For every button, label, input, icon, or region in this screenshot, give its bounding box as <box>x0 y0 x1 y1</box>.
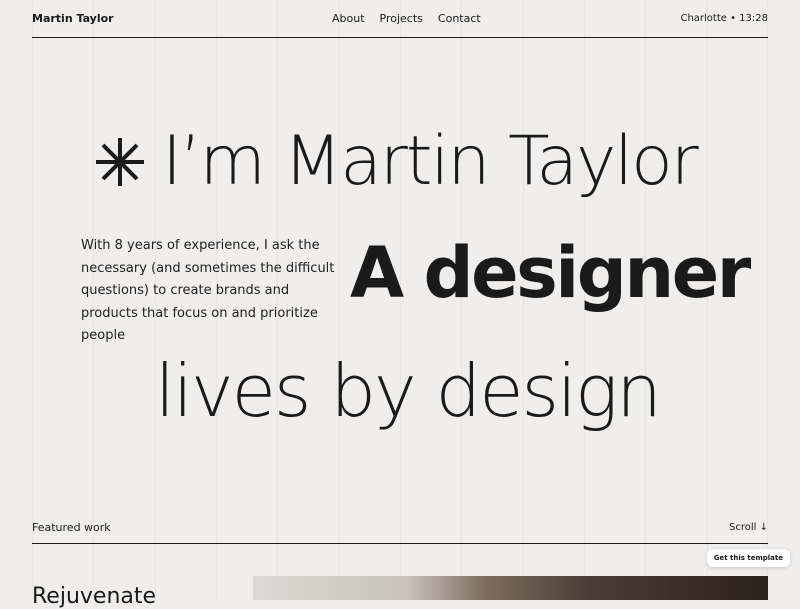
get-template-button[interactable]: Get this template <box>706 549 790 567</box>
asterisk-icon <box>96 137 144 186</box>
location-time: Charlotte • 13:28 <box>680 13 768 24</box>
site-header: Martin Taylor About Projects Contact Cha… <box>32 0 768 38</box>
featured-work-bar: Featured work Scroll ↓ <box>32 512 768 544</box>
project-title[interactable]: Rejuvenate <box>32 584 156 609</box>
hero-headline-text: I’m Martin Taylor <box>162 122 699 201</box>
nav-projects[interactable]: Projects <box>380 12 423 25</box>
nav-contact[interactable]: Contact <box>438 12 481 25</box>
brand-name[interactable]: Martin Taylor <box>32 12 114 25</box>
featured-work-label: Featured work <box>32 521 111 534</box>
tagline-heading: lives by design <box>155 349 662 433</box>
designer-heading: A designer <box>350 232 751 314</box>
intro-paragraph: With 8 years of experience, I ask the ne… <box>81 238 335 343</box>
main-nav: About Projects Contact <box>332 12 481 25</box>
nav-about[interactable]: About <box>332 12 365 25</box>
hero-headline: I’m Martin Taylor <box>92 122 699 201</box>
project-image[interactable] <box>253 576 768 600</box>
scroll-link[interactable]: Scroll ↓ <box>729 522 768 533</box>
